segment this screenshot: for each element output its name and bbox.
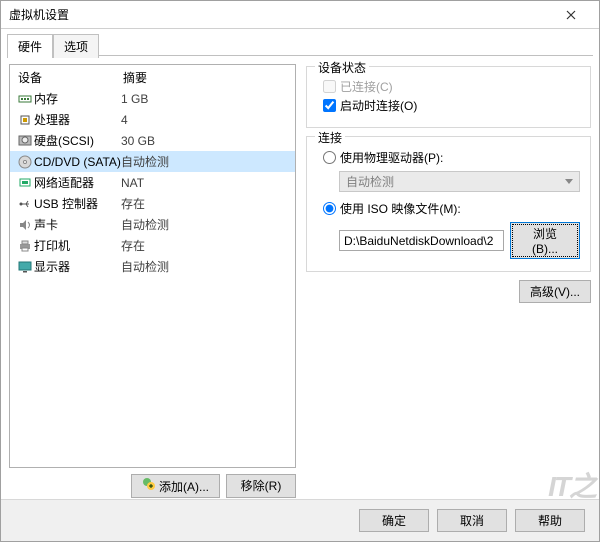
device-summary: 30 GB bbox=[121, 134, 289, 148]
cancel-button[interactable]: 取消 bbox=[437, 509, 507, 532]
help-button[interactable]: 帮助 bbox=[515, 509, 585, 532]
device-summary: 存在 bbox=[121, 195, 289, 212]
display-icon bbox=[16, 261, 34, 273]
status-group: 设备状态 已连接(C) 启动时连接(O) bbox=[306, 66, 591, 128]
device-row[interactable]: 显示器 自动检测 bbox=[10, 256, 295, 277]
poweron-checkbox[interactable]: 启动时连接(O) bbox=[317, 96, 580, 115]
usb-icon bbox=[16, 198, 34, 210]
browse-button[interactable]: 浏览(B)... bbox=[510, 222, 580, 259]
col-device: 设备 bbox=[18, 69, 123, 86]
window-title: 虚拟机设置 bbox=[9, 1, 69, 29]
device-name: 内存 bbox=[34, 90, 121, 107]
close-button[interactable] bbox=[551, 2, 591, 28]
iso-input[interactable] bbox=[323, 202, 336, 215]
add-icon bbox=[142, 477, 156, 491]
printer-icon bbox=[16, 240, 34, 252]
advanced-button[interactable]: 高级(V)... bbox=[519, 280, 591, 303]
connected-label: 已连接(C) bbox=[340, 78, 393, 95]
device-row[interactable]: 网络适配器 NAT bbox=[10, 172, 295, 193]
physical-label: 使用物理驱动器(P): bbox=[340, 149, 443, 166]
physical-radio[interactable]: 使用物理驱动器(P): bbox=[317, 147, 580, 168]
iso-radio[interactable]: 使用 ISO 映像文件(M): bbox=[317, 198, 580, 219]
bottom-bar: 确定 取消 帮助 bbox=[1, 499, 599, 541]
iso-path-input[interactable] bbox=[339, 230, 504, 251]
device-name: 处理器 bbox=[34, 111, 121, 128]
device-name: 显示器 bbox=[34, 258, 121, 275]
device-summary: 自动检测 bbox=[121, 258, 289, 275]
add-button[interactable]: 添加(A)... bbox=[131, 474, 220, 498]
memory-icon bbox=[16, 94, 34, 104]
physical-drive-value: 自动检测 bbox=[346, 173, 394, 190]
advanced-row: 高级(V)... bbox=[306, 280, 591, 303]
device-summary: 存在 bbox=[121, 237, 289, 254]
device-summary: 1 GB bbox=[121, 92, 289, 106]
close-icon bbox=[566, 10, 576, 20]
network-icon bbox=[16, 177, 34, 189]
connection-legend: 连接 bbox=[315, 129, 345, 146]
connected-checkbox: 已连接(C) bbox=[317, 77, 580, 96]
device-summary: NAT bbox=[121, 176, 289, 190]
device-list-header: 设备 摘要 bbox=[10, 65, 295, 88]
device-name: 网络适配器 bbox=[34, 174, 121, 191]
device-summary: 自动检测 bbox=[121, 216, 289, 233]
col-summary: 摘要 bbox=[123, 69, 147, 86]
device-name: 声卡 bbox=[34, 216, 121, 233]
device-row[interactable]: 处理器 4 bbox=[10, 109, 295, 130]
physical-input[interactable] bbox=[323, 151, 336, 164]
device-name: 打印机 bbox=[34, 237, 121, 254]
cpu-icon bbox=[16, 113, 34, 127]
content-area: 设备 摘要 内存 1 GB 处理器 4 硬盘(SCSI) 30 GB CD/DV… bbox=[1, 56, 599, 506]
device-summary: 4 bbox=[121, 113, 289, 127]
remove-button[interactable]: 移除(R) bbox=[226, 474, 296, 498]
device-name: USB 控制器 bbox=[34, 195, 121, 212]
device-row[interactable]: 声卡 自动检测 bbox=[10, 214, 295, 235]
right-panel: 设备状态 已连接(C) 启动时连接(O) 连接 使用物理驱动器(P): 自动检测… bbox=[306, 64, 591, 498]
status-legend: 设备状态 bbox=[315, 59, 369, 76]
add-label: 添加(A)... bbox=[159, 480, 209, 494]
device-name: 硬盘(SCSI) bbox=[34, 132, 121, 149]
connected-input bbox=[323, 80, 336, 93]
device-list[interactable]: 设备 摘要 内存 1 GB 处理器 4 硬盘(SCSI) 30 GB CD/DV… bbox=[9, 64, 296, 468]
device-row[interactable]: USB 控制器 存在 bbox=[10, 193, 295, 214]
device-row[interactable]: 打印机 存在 bbox=[10, 235, 295, 256]
sound-icon bbox=[16, 219, 34, 231]
poweron-label: 启动时连接(O) bbox=[340, 97, 417, 114]
disk-icon bbox=[16, 135, 34, 147]
titlebar: 虚拟机设置 bbox=[1, 1, 599, 29]
device-row[interactable]: 内存 1 GB bbox=[10, 88, 295, 109]
tab-hardware[interactable]: 硬件 bbox=[7, 34, 53, 58]
iso-row: 浏览(B)... bbox=[339, 222, 580, 259]
device-summary: 自动检测 bbox=[121, 153, 289, 170]
poweron-input[interactable] bbox=[323, 99, 336, 112]
device-name: CD/DVD (SATA) bbox=[34, 155, 121, 169]
ok-button[interactable]: 确定 bbox=[359, 509, 429, 532]
connection-group: 连接 使用物理驱动器(P): 自动检测 使用 ISO 映像文件(M): 浏览(B… bbox=[306, 136, 591, 272]
physical-drive-select: 自动检测 bbox=[339, 171, 580, 192]
cd-icon bbox=[16, 155, 34, 169]
iso-label: 使用 ISO 映像文件(M): bbox=[340, 200, 461, 217]
device-row[interactable]: 硬盘(SCSI) 30 GB bbox=[10, 130, 295, 151]
left-panel: 设备 摘要 内存 1 GB 处理器 4 硬盘(SCSI) 30 GB CD/DV… bbox=[9, 64, 296, 498]
tabs: 硬件选项 bbox=[7, 33, 593, 55]
left-buttons: 添加(A)... 移除(R) bbox=[9, 468, 296, 498]
tab-options[interactable]: 选项 bbox=[53, 34, 99, 58]
device-row[interactable]: CD/DVD (SATA) 自动检测 bbox=[10, 151, 295, 172]
